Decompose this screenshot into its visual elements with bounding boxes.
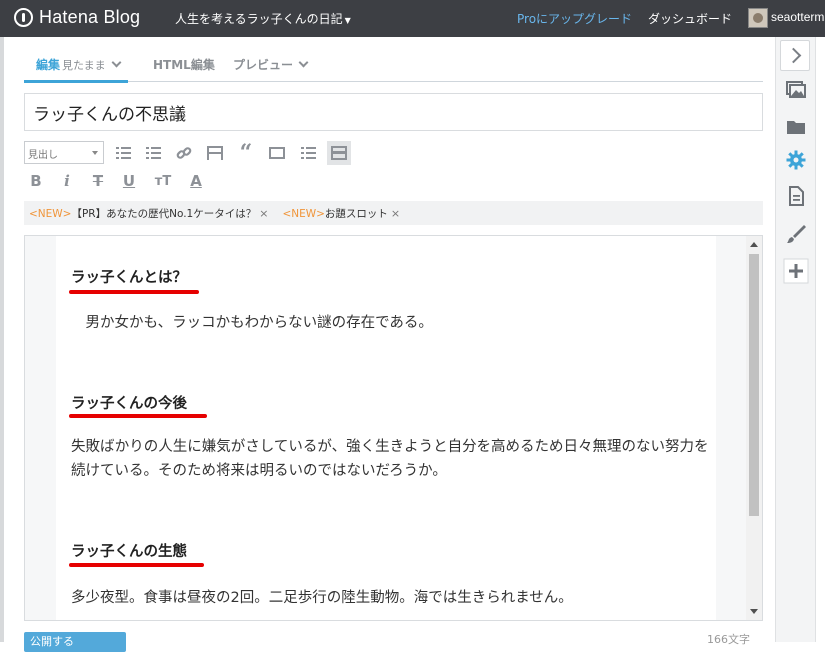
- caret-down-icon: ▼: [344, 16, 351, 25]
- section-heading: ラッ子くんの生態: [71, 544, 187, 560]
- quote-button[interactable]: “: [235, 142, 257, 164]
- page-break-icon: [207, 146, 223, 160]
- avatar[interactable]: [748, 8, 768, 28]
- brand-logo[interactable]: Hatena Blog: [14, 7, 140, 28]
- numbered-list-button[interactable]: [142, 142, 164, 164]
- tab-preview[interactable]: プレビュー: [233, 56, 309, 73]
- top-navbar: Hatena Blog 人生を考えるラッ子くんの日記 ▼ Proにアップグレード …: [0, 0, 825, 37]
- keyboard-shortcut-button[interactable]: [327, 141, 351, 165]
- publish-button[interactable]: 公開する: [24, 632, 126, 652]
- brand-name: Hatena Blog: [39, 7, 141, 27]
- strikethrough-button[interactable]: T: [87, 170, 109, 192]
- red-underline-annotation: [69, 414, 207, 418]
- settings-panel-edge: [815, 37, 825, 642]
- heading-select[interactable]: 見出し: [24, 141, 104, 164]
- heading-select-value: 見出し: [28, 150, 58, 161]
- read-more-button[interactable]: [297, 142, 319, 164]
- link-button[interactable]: [173, 142, 195, 164]
- blog-title: 人生を考えるラッ子くんの日記: [175, 12, 343, 26]
- section-body: 失敗ばかりの人生に嫌気がさしているが、強く生きようと自分を高めるため日々無理のな…: [71, 439, 709, 479]
- italic-button[interactable]: i: [56, 170, 78, 192]
- panel-icon: [331, 146, 347, 160]
- folder-icon[interactable]: [785, 116, 807, 138]
- dashboard-link[interactable]: ダッシュボード: [648, 10, 732, 27]
- horizontal-rule-button[interactable]: [204, 142, 226, 164]
- scroll-up-icon[interactable]: [750, 242, 758, 247]
- plus-icon[interactable]: [783, 258, 809, 284]
- gear-icon[interactable]: [785, 149, 807, 171]
- underline-icon: U: [122, 171, 136, 190]
- tab-preview-label: プレビュー: [233, 58, 294, 72]
- section-body: 多少夜型。食事は昼夜の2回。二足歩行の陸生動物。海では生きられません。: [71, 590, 573, 606]
- red-underline-annotation: [69, 563, 204, 567]
- pr-bar: <NEW>【PR】あなたの歴代No.1ケータイは？ × <NEW>お題スロット ×: [24, 201, 763, 225]
- bold-icon: B: [30, 171, 42, 190]
- chevron-down-icon: [111, 57, 122, 68]
- strikethrough-icon: T: [92, 171, 104, 190]
- italic-icon: i: [64, 171, 70, 190]
- text-color-icon: A: [190, 171, 202, 190]
- pr-item[interactable]: <NEW>お題スロット ×: [282, 206, 400, 221]
- section-heading: ラッ子くんの今後: [71, 396, 187, 412]
- character-count: 166文字: [707, 633, 750, 646]
- underline-button[interactable]: U: [118, 170, 140, 192]
- link-icon: [176, 147, 192, 159]
- tab-edit-mode: 見たまま: [62, 59, 106, 72]
- close-icon[interactable]: ×: [259, 207, 268, 220]
- active-tab-indicator: [24, 80, 128, 83]
- editor-scrollbar[interactable]: [746, 236, 762, 620]
- font-size-button[interactable]: тT: [150, 170, 176, 192]
- table-of-contents-button[interactable]: [266, 142, 288, 164]
- numbered-list-icon: [145, 147, 161, 159]
- bulleted-list-icon: [115, 147, 131, 159]
- new-badge: <NEW>: [29, 207, 72, 220]
- editor-tabs: 編集 見たまま HTML編集 プレビュー: [24, 52, 763, 82]
- left-edge-border: [0, 37, 4, 642]
- editor-page[interactable]: ラッ子くんとは？ 男か女かも、ラッコかもわからない謎の存在である。 ラッ子くんの…: [56, 236, 716, 620]
- dropdown-arrow-icon: [92, 151, 98, 155]
- scroll-down-icon[interactable]: [750, 609, 758, 614]
- tab-html-edit[interactable]: HTML編集: [153, 56, 215, 73]
- document-icon[interactable]: [785, 185, 807, 207]
- tab-edit-label: 編集: [36, 58, 61, 72]
- section-heading: ラッ子くんとは？: [71, 270, 187, 286]
- pr-item-text: 【PR】あなたの歴代No.1ケータイは？: [71, 207, 257, 220]
- bulleted-list-button[interactable]: [112, 142, 134, 164]
- pro-upgrade-link[interactable]: Proにアップグレード: [517, 10, 632, 27]
- tab-edit[interactable]: 編集 見たまま: [36, 56, 122, 73]
- table-of-contents-icon: [269, 147, 285, 159]
- brush-icon[interactable]: [785, 223, 807, 245]
- username[interactable]: seaotterm: [771, 10, 824, 24]
- pr-item[interactable]: <NEW>【PR】あなたの歴代No.1ケータイは？ ×: [29, 206, 268, 221]
- image-icon[interactable]: [785, 79, 807, 101]
- bold-button[interactable]: B: [25, 170, 47, 192]
- hatena-logo-icon: [14, 8, 33, 27]
- scrollbar-thumb[interactable]: [749, 254, 759, 516]
- editor-body[interactable]: ラッ子くんとは？ 男か女かも、ラッコかもわからない謎の存在である。 ラッ子くんの…: [24, 235, 763, 621]
- red-underline-annotation: [69, 290, 199, 294]
- tab-html-edit-label: HTML編集: [153, 58, 215, 72]
- blog-title-dropdown[interactable]: 人生を考えるラッ子くんの日記 ▼: [175, 10, 351, 27]
- new-badge: <NEW>: [282, 207, 325, 220]
- chevron-down-icon: [298, 57, 309, 68]
- quote-icon: “: [239, 140, 253, 166]
- font-size-icon: тT: [154, 173, 172, 189]
- chevron-right-icon[interactable]: [780, 40, 810, 71]
- entry-title-input[interactable]: [24, 93, 763, 131]
- section-body: 男か女かも、ラッコかもわからない謎の存在である。: [71, 315, 433, 331]
- pr-item-text: お題スロット: [324, 207, 388, 220]
- text-color-button[interactable]: A: [183, 170, 209, 192]
- close-icon[interactable]: ×: [391, 207, 400, 220]
- read-more-icon: [300, 147, 316, 159]
